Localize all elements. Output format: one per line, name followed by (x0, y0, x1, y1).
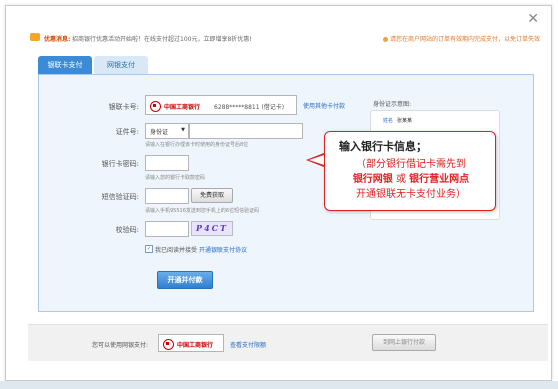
promo-text: 招商银行优惠活动开始啦！在线支付超过100元，立即增享8折优惠! (72, 36, 252, 43)
footer-icbc-logo: 中国工商银行 (163, 339, 213, 350)
card-number-value: 6288*****8811 (借记卡) (214, 104, 285, 111)
instruction-tooltip: 输入银行卡信息； （部分银行借记卡需先到 银行网银 或 银行营业网点 开通银联无… (324, 131, 496, 211)
close-icon[interactable]: ✕ (527, 12, 539, 26)
agree-checkbox[interactable]: ✓ (145, 245, 153, 253)
open-and-pay-button[interactable]: 开通并付款 (157, 271, 213, 289)
captcha-input[interactable] (145, 221, 189, 237)
promo-bar: 优惠消息: 招商银行优惠活动开始啦！在线支付超过100元，立即增享8折优惠! 请… (22, 30, 544, 48)
change-card-link[interactable]: 使用其他卡付款 (303, 101, 345, 110)
bottom-bar (0, 381, 558, 389)
card-number-box: 中国工商银行 6288*****8811 (借记卡) (145, 95, 297, 115)
idcard-name-value: 张某某 (397, 118, 413, 124)
tooltip-line4: 开通银联无卡支付业务） (356, 189, 466, 200)
chevron-down-icon: ▼ (181, 127, 185, 133)
footer-bar: 您可以使用网银支付: 中国工商银行 查看支付限额 到网上银行付款 (28, 324, 548, 361)
tooltip-line2: （部分银行借记卡需先到 (356, 159, 466, 170)
tooltip-bank-branch: 银行营业网点 (409, 174, 470, 185)
id-label: 证件号: (115, 128, 139, 136)
agree-text: 我已阅读并接受 (155, 247, 198, 254)
password-label: 银行卡密码: (101, 160, 139, 168)
id-number-input[interactable] (189, 123, 303, 139)
footer-label: 您可以使用网银支付: (92, 342, 149, 349)
sms-input[interactable] (145, 188, 189, 204)
promo-label: 优惠消息: (44, 36, 71, 43)
info-icon (382, 37, 388, 42)
promo-right: 请您在商户网站的订单有效期内完成支付，以免订单失效 (382, 34, 540, 43)
icbc-logo: 中国工商银行 (150, 101, 200, 112)
bank-name: 中国工商银行 (164, 104, 201, 111)
id-type-value: 身份证 (150, 129, 169, 136)
tooltip-body: （部分银行借记卡需先到 银行网银 或 银行营业网点 开通银联无卡支付业务） (331, 157, 491, 202)
password-input[interactable] (145, 155, 189, 171)
idcard-sample-title: 身份证示意图: (373, 101, 412, 108)
tooltip-line1: 输入银行卡信息； (339, 140, 427, 153)
sms-hint: 请输入手机95516发送到您手机上的6位短信验证码 (145, 208, 260, 214)
icbc-icon (150, 101, 161, 112)
idcard-name-label: 姓名 (383, 118, 394, 124)
captcha-label: 校验码: (115, 226, 139, 234)
payment-dialog: ✕ 优惠消息: 招商银行优惠活动开始啦！在线支付超过100元，立即增享8折优惠!… (5, 5, 552, 381)
get-sms-button[interactable]: 免费获取 (191, 188, 233, 203)
speaker-icon (30, 33, 40, 41)
sms-label: 短信验证码: (101, 193, 139, 201)
footer-bank-box[interactable]: 中国工商银行 (158, 334, 224, 352)
agreement-link[interactable]: 开通银联支付协议 (199, 245, 247, 254)
captcha-image[interactable]: P4CT (191, 221, 233, 236)
footer-bank-name: 中国工商银行 (177, 342, 214, 349)
online-bank-pay-button[interactable]: 到网上银行付款 (372, 334, 436, 351)
tooltip-arrow-inner (309, 155, 324, 165)
tooltip-or: 或 (392, 174, 410, 185)
tab-online-banking[interactable]: 网银支付 (94, 56, 148, 74)
card-number-label: 银联卡号: (108, 103, 139, 111)
icbc-icon (163, 339, 174, 350)
promo-right-text: 请您在商户网站的订单有效期内完成支付，以免订单失效 (389, 36, 540, 43)
tab-unionpay-card[interactable]: 银联卡支付 (38, 56, 92, 74)
tooltip-online-banking: 银行网银 (352, 174, 393, 185)
id-hint: 请输入在银行办理该卡时使用的身份证号后8位 (145, 142, 249, 148)
tooltip-line3: 银行网银 或 银行营业网点 (331, 172, 491, 187)
view-limit-link[interactable]: 查看支付限额 (230, 340, 266, 349)
password-hint: 请输入您的银行卡取款密码 (145, 175, 206, 181)
id-type-select[interactable]: 身份证 ▼ (145, 123, 189, 139)
